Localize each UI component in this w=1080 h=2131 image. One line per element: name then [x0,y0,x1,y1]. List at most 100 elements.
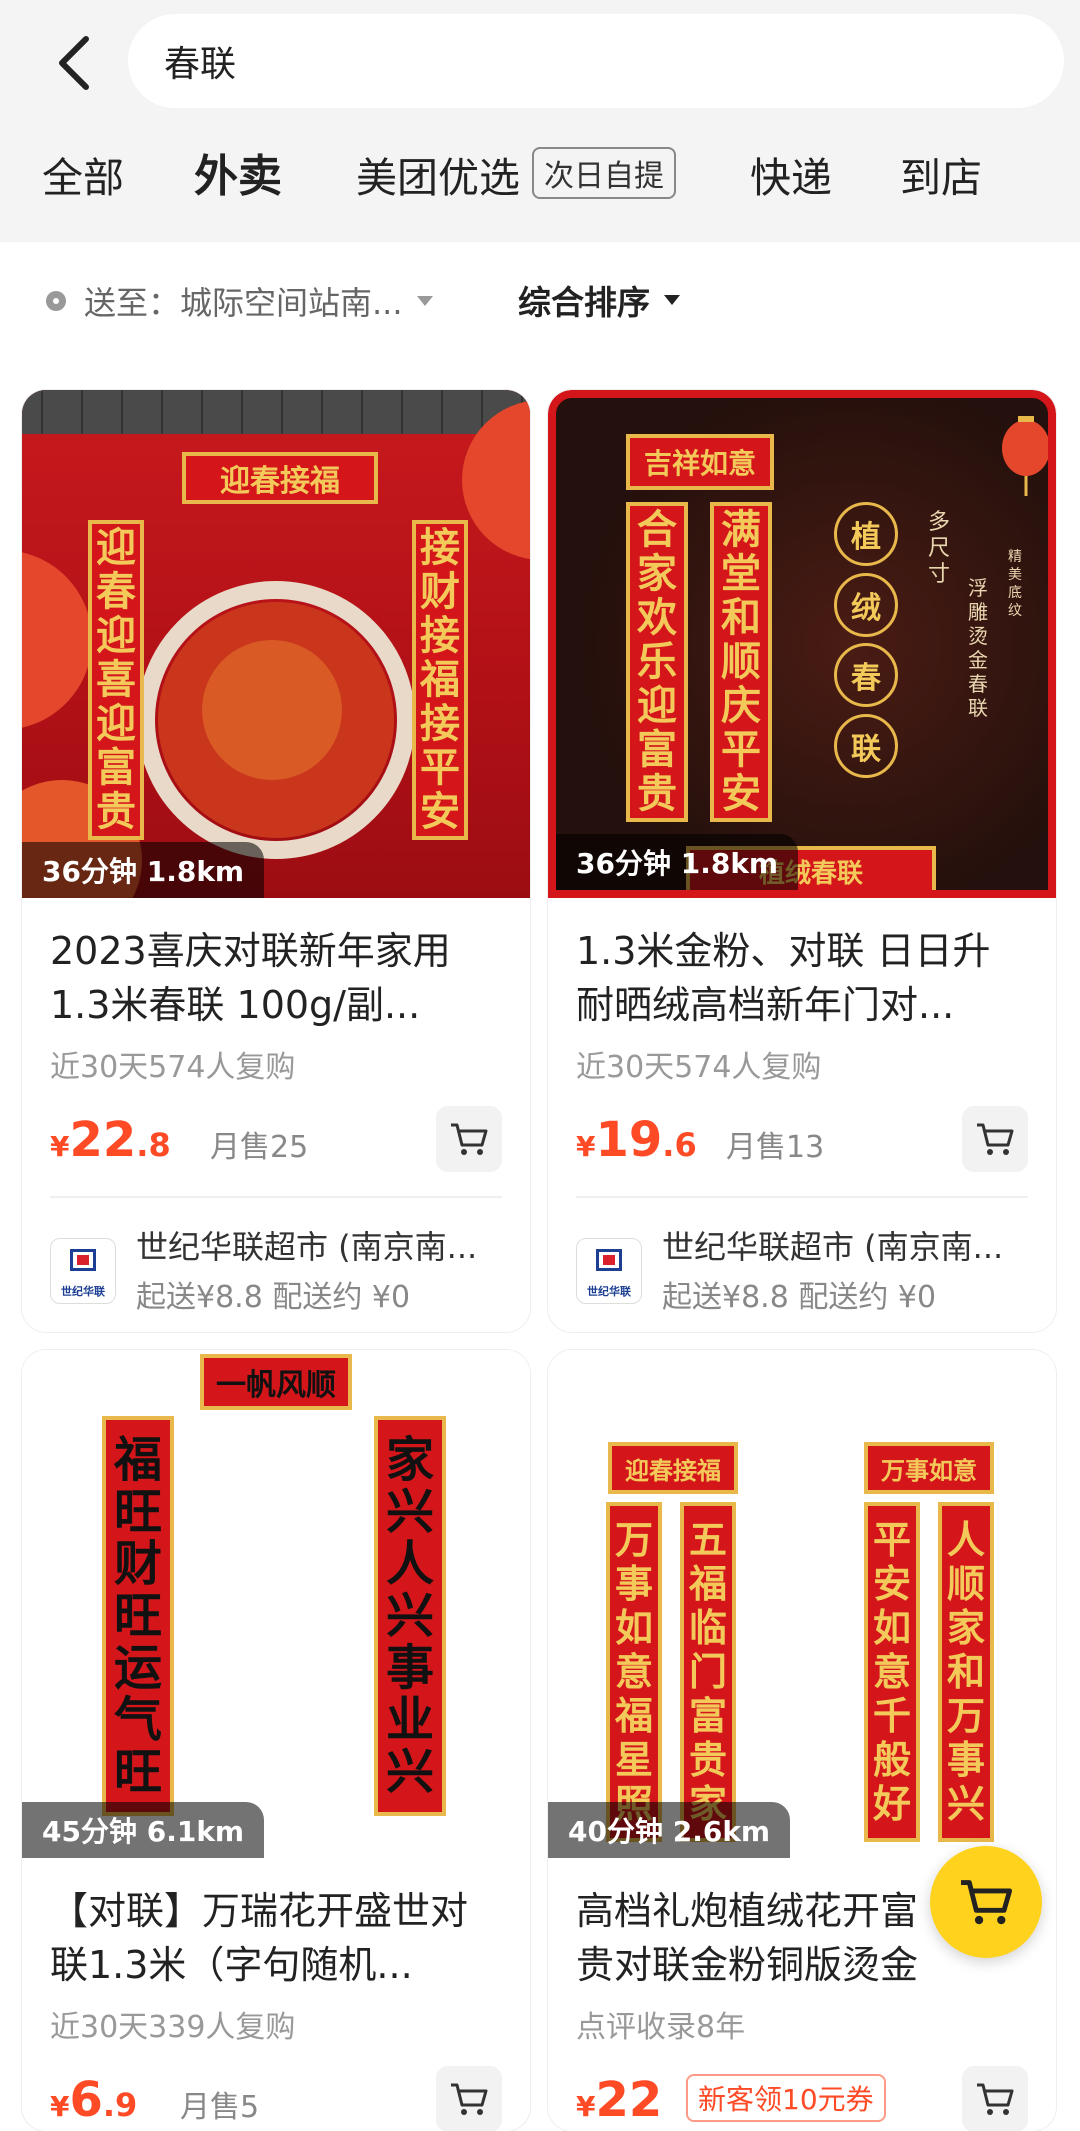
delivery-location-text: 送至：城际空间站南... [84,284,403,322]
tab-meituan-youxuan-label: 美团优选 [356,154,520,202]
couplet-left-scroll: 福旺财旺运气旺 [102,1416,174,1816]
product-price: ¥6.9 [50,2072,137,2128]
shop-delivery-info: 起送¥8.8 配送约 ¥0 [136,1280,411,1315]
cart-icon [961,1880,1013,1925]
chevron-down-icon [416,296,433,306]
couplet-top-text: 吉祥如意 [643,447,756,480]
side-caption: 浮雕烫金春联 [968,576,988,720]
add-to-cart-button[interactable] [962,1106,1028,1172]
tab-all[interactable]: 全部 [42,144,124,204]
price-integer: 22 [69,1112,137,1168]
shop-info[interactable]: 世纪华联 世纪华联超市 (南京南... 起送¥8.8 配送约 ¥0 [50,1222,502,1315]
product-image: 迎春接福 万事如意 万事如意福星照 五福临门富贵家 平安如意千般好 人顺家和万事… [548,1350,1056,1858]
circle-char: 植 [834,502,898,566]
price-row: ¥22 新客领10元券 [576,2066,1028,2131]
search-query: 春联 [164,44,237,85]
currency-symbol: ¥ [50,1130,70,1163]
couplet-top-text: 迎春接福 [625,1455,721,1485]
circle-char: 联 [834,713,898,778]
price-decimal: .6 [662,1126,697,1164]
couplet-right-text: 家兴人兴事业兴 [385,1432,434,1800]
monthly-sales: 月售25 [210,1130,309,1165]
product-title[interactable]: 【对联】万瑞花开盛世对联1.3米（字句随机... [50,1884,502,1992]
delivery-time-badge: 40分钟 2.6km [548,1802,791,1858]
tab-express[interactable]: 快递 [750,144,832,204]
couplet-top-scroll: 一帆风顺 [200,1354,352,1410]
product-card[interactable]: 一帆风顺 福旺财旺运气旺 家兴人兴事业兴 45分钟 6.1km 【对联】万瑞花开… [22,1350,530,2131]
add-to-cart-button[interactable] [962,2066,1028,2131]
divider [576,1196,1028,1198]
tab-in-store[interactable]: 到店 [900,144,982,204]
circle-char: 绒 [834,572,898,637]
cart-icon [977,2083,1014,2115]
product-title[interactable]: 1.3米金粉、对联 日日升耐晒绒高档新年门对... [576,924,1028,1032]
couplet-scroll: 平安如意千般好 [864,1502,920,1842]
couplet-right-text: 满堂和顺庆平安 [721,506,761,817]
delivery-time-badge: 36分钟 1.8km [556,834,799,890]
couplet-left-scroll: 迎春迎喜迎富贵 [88,520,144,840]
couplet-text: 平安如意千般好 [872,1517,911,1826]
repurchase-info: 近30天574人复购 [50,1050,296,1085]
price-integer: 6 [69,2072,103,2128]
side-caption: 精美底纹 [1008,549,1022,619]
add-to-cart-button[interactable] [436,1106,502,1172]
product-title[interactable]: 2023喜庆对联新年家用1.3米春联 100g/副... [50,924,502,1032]
filter-bar: 送至：城际空间站南... 综合排序 [0,242,1080,354]
price-row: ¥22.8 月售25 [50,1106,502,1176]
circle-char: 春 [834,643,898,708]
couplet-text: 人顺家和万事兴 [946,1517,985,1826]
price-decimal: .9 [102,2086,138,2124]
product-title[interactable]: 高档礼炮植绒花开富贵对联金粉铜版烫金对... [576,1884,946,1992]
location-pin-icon [46,291,66,311]
couplet-right-scroll: 接财接福接平安 [412,520,468,840]
monthly-sales: 月售5 [180,2090,260,2125]
shop-logo: 世纪华联 [50,1238,116,1304]
couplet-top-scroll: 迎春接福 [182,452,378,504]
price-decimal: .8 [136,1126,171,1164]
monthly-sales: 月售13 [726,1130,825,1165]
couplet-top-scroll: 吉祥如意 [626,434,774,490]
product-price: ¥22 [576,2072,662,2128]
delivery-time-badge: 45分钟 6.1km [22,1802,265,1858]
price-row: ¥19.6 月售13 [576,1106,1028,1176]
side-caption: 多尺寸 [928,510,951,587]
couplet-right-scroll: 满堂和顺庆平安 [710,502,772,822]
repurchase-info: 近30天339人复购 [50,2010,296,2045]
couplet-right-scroll: 家兴人兴事业兴 [374,1416,446,1816]
shop-name: 世纪华联超市 (南京南... [136,1228,478,1266]
add-to-cart-button[interactable] [436,2066,502,2131]
cart-icon [977,1123,1014,1155]
search-input[interactable]: 春联 [128,14,1064,108]
shop-logo-text: 世纪华联 [61,1285,105,1298]
couplet-left-text: 合家欢乐迎富贵 [637,506,677,817]
delivery-location-selector[interactable]: 送至：城际空间站南... [46,278,433,324]
couplet-text: 五福临门富贵家 [688,1517,727,1826]
cart-icon [451,2083,488,2115]
floating-cart-button[interactable] [930,1846,1042,1958]
new-customer-coupon[interactable]: 新客领10元券 [686,2074,886,2122]
product-price: ¥19.6 [576,1112,697,1168]
header: 春联 全部 外卖 美团优选 次日自提 快递 到店 [0,0,1080,242]
divider [50,1196,502,1198]
category-tabs: 全部 外卖 美团优选 次日自提 快递 到店 [0,132,1080,216]
shop-delivery-info: 起送¥8.8 配送约 ¥0 [662,1280,937,1315]
product-card[interactable]: 迎春接福 万事如意 万事如意福星照 五福临门富贵家 平安如意千般好 人顺家和万事… [548,1350,1056,2131]
tab-meituan-youxuan[interactable]: 美团优选 次日自提 [356,144,676,204]
currency-symbol: ¥ [576,2090,596,2123]
product-card[interactable]: 迎春接福 迎春迎喜迎富贵 接财接福接平安 36分钟 1.8km 2023喜庆对联… [22,390,530,1332]
price-integer: 19 [595,1112,663,1168]
shop-info[interactable]: 世纪华联 世纪华联超市 (南京南... 起送¥8.8 配送约 ¥0 [576,1222,1028,1315]
price-row: ¥6.9 月售5 [50,2066,502,2131]
tab-takeout[interactable]: 外卖 [194,140,282,204]
back-button[interactable] [44,28,104,98]
couplet-scroll: 万事如意福星照 [606,1502,662,1842]
price-integer: 22 [595,2072,663,2128]
velvet-circles: 植 绒 春 联 [834,502,898,778]
product-card[interactable]: 吉祥如意 合家欢乐迎富贵 满堂和顺庆平安 植 绒 春 联 多尺寸 浮雕烫金春联 … [548,390,1056,1332]
currency-symbol: ¥ [50,2090,70,2123]
currency-symbol: ¥ [576,1130,596,1163]
couplet-left-scroll: 合家欢乐迎富贵 [626,502,688,822]
sort-selector[interactable]: 综合排序 [518,276,680,324]
couplet-top-scroll: 迎春接福 [608,1442,738,1494]
shop-name: 世纪华联超市 (南京南... [662,1228,1004,1266]
